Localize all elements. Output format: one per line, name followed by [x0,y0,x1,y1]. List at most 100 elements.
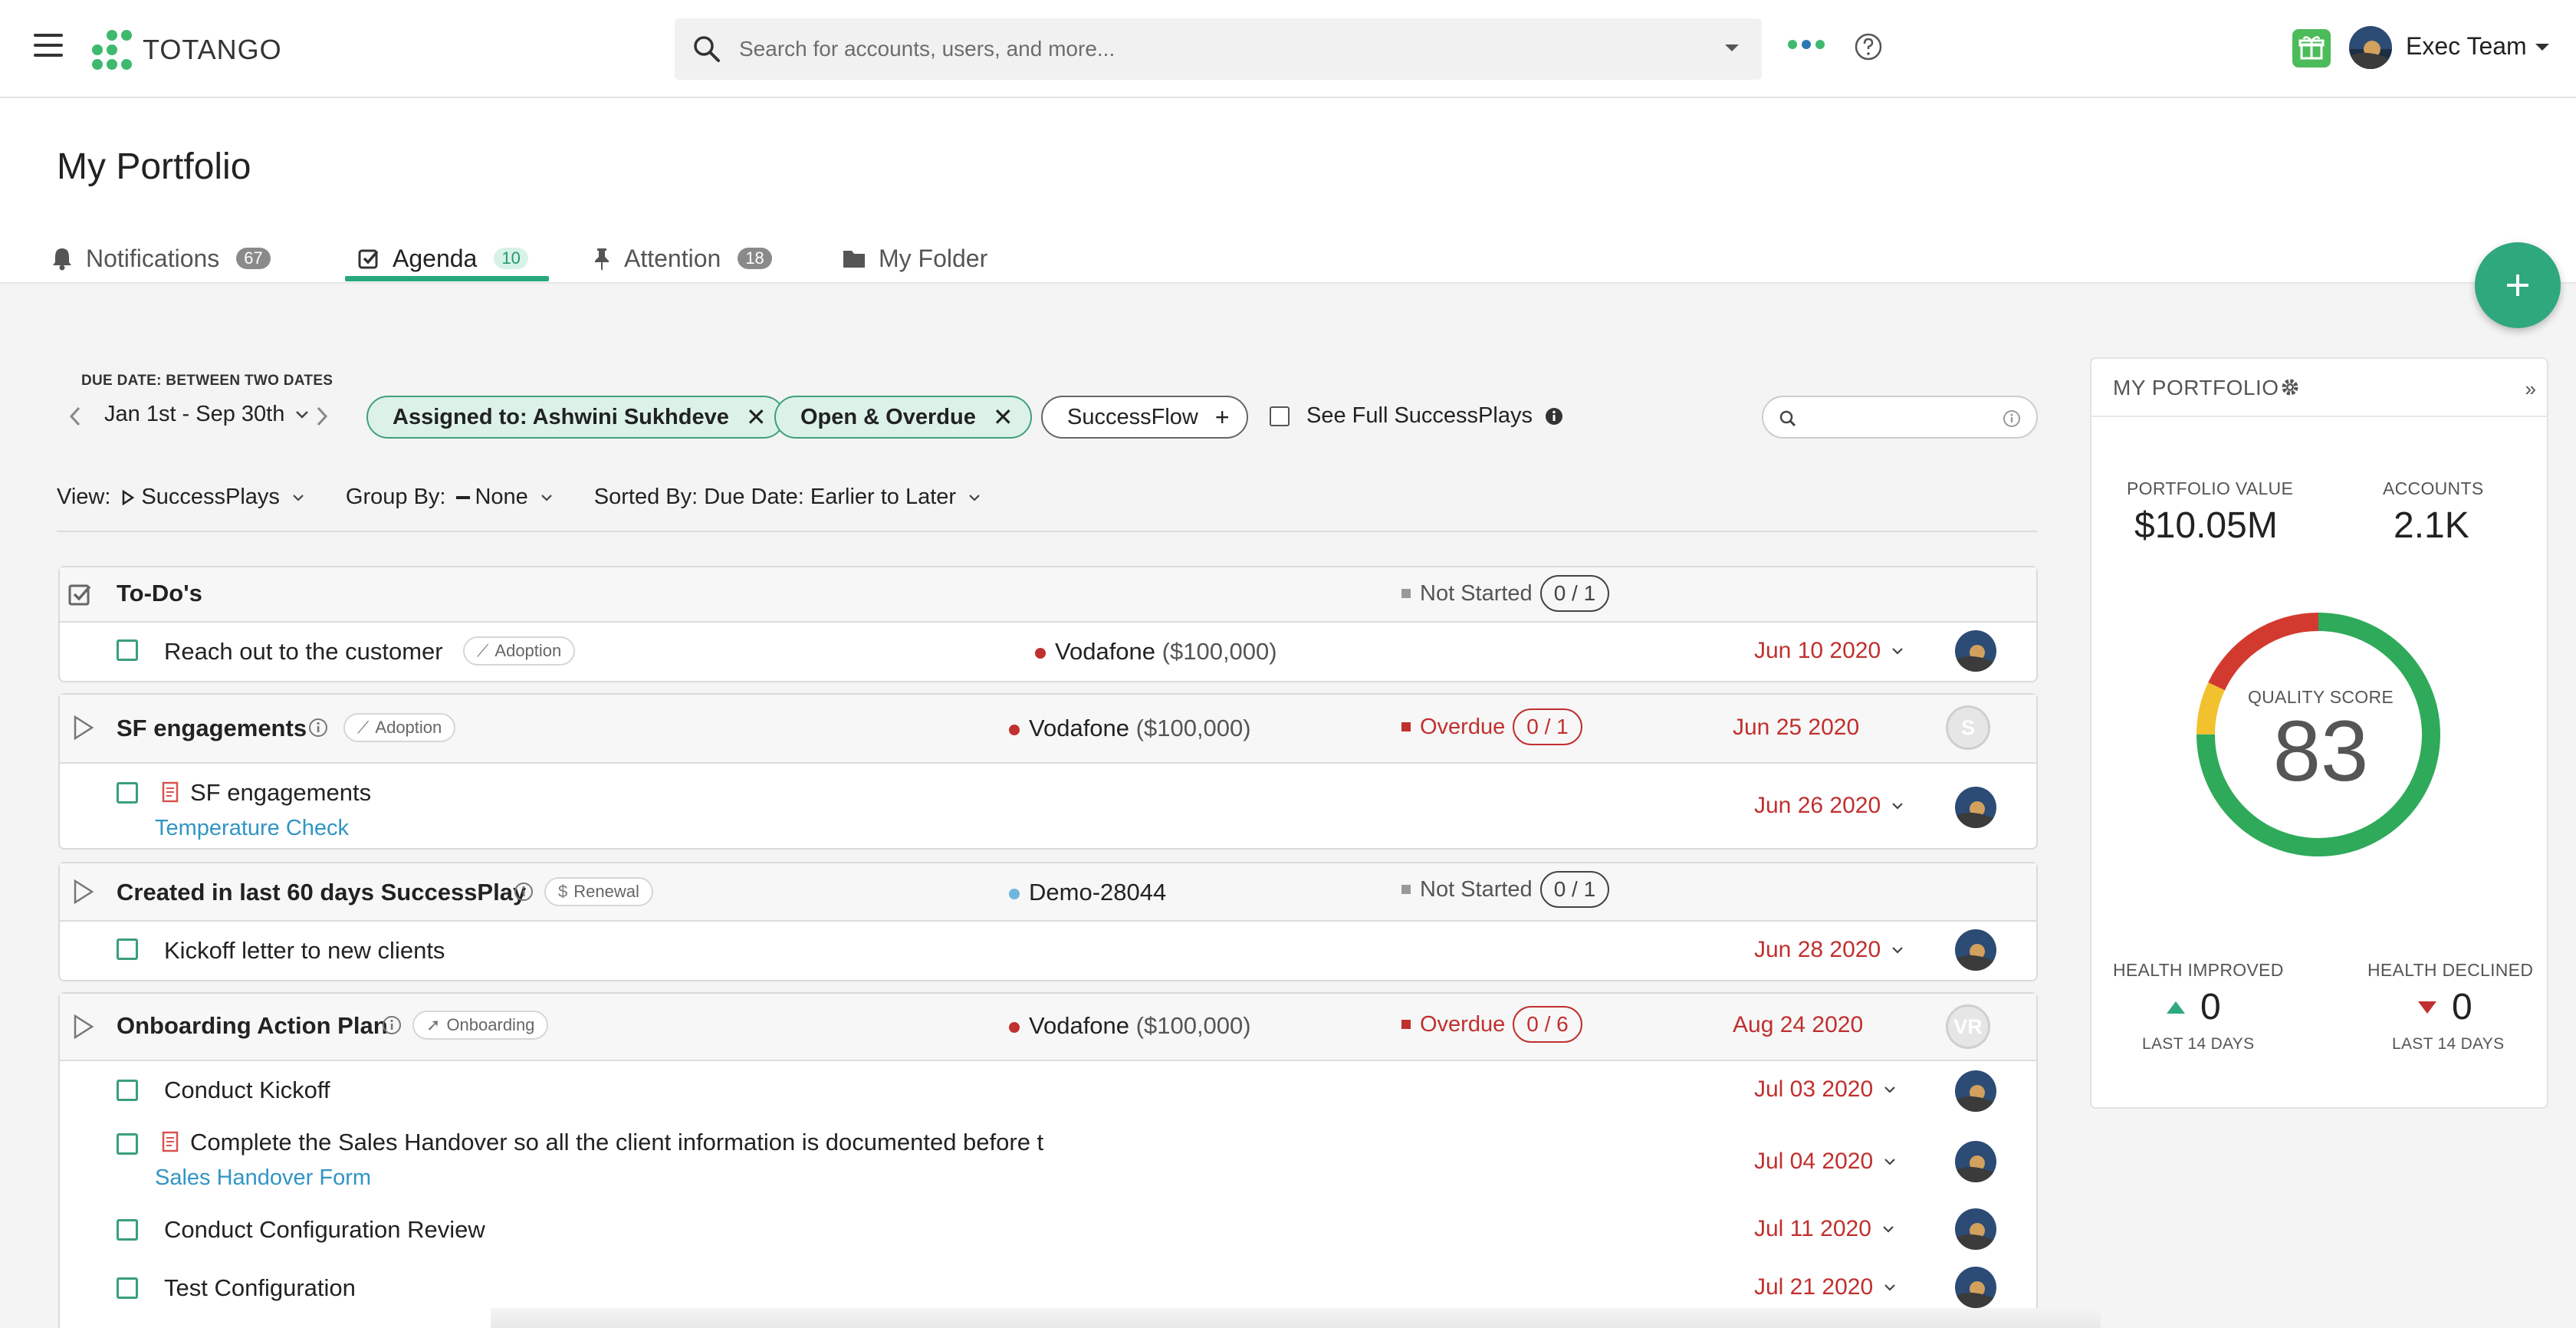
next-date-icon[interactable] [316,406,328,426]
info-icon[interactable] [2003,409,2021,428]
due-date-selector[interactable]: Jun 28 2020 [1754,937,1904,963]
form-link[interactable]: Temperature Check [155,816,349,841]
gear-icon[interactable] [2279,376,2302,399]
task-title[interactable]: Conduct Kickoff [164,1077,330,1104]
expand-play-icon[interactable] [72,879,95,905]
assignee-avatar[interactable] [1955,1208,1996,1250]
due-date-selector[interactable]: Jun 26 2020 [1754,793,1904,819]
task-title[interactable]: SF engagements [190,779,371,807]
tab-my-folder[interactable]: My Folder [842,235,987,282]
see-full-successplays-toggle[interactable]: See Full SuccessPlays [1270,403,1563,429]
tab-attention[interactable]: Attention 18 [592,235,772,282]
task-checkbox[interactable] [117,1133,138,1155]
tab-notifications[interactable]: Notifications 67 [51,235,271,282]
due-date-selector[interactable]: Jul 04 2020 [1754,1149,1896,1175]
assignee-avatar[interactable] [1955,1141,1996,1182]
task-title[interactable]: Reach out to the customer [164,638,443,666]
task-title[interactable]: Complete the Sales Handover so all the c… [190,1129,1043,1156]
user-name[interactable]: Exec Team [2406,32,2527,61]
collapse-panel-icon[interactable]: » [2525,377,2536,401]
search-input[interactable] [739,32,1644,66]
bell-icon [53,248,71,271]
task-title[interactable]: Conduct Configuration Review [164,1216,485,1244]
due-date-selector[interactable]: Jun 10 2020 [1754,638,1904,664]
task-checkbox[interactable] [117,1219,138,1241]
expand-play-icon[interactable] [72,1014,95,1040]
form-link[interactable]: Sales Handover Form [155,1165,371,1191]
filter-chip-assigned[interactable]: Assigned to: Ashwini Sukhdeve ✕ [366,396,785,439]
assignee-avatar[interactable] [1955,787,1996,828]
task-row[interactable]: Reach out to the customer ⟋ Adoption Voda… [60,623,2036,682]
task-checkbox[interactable] [117,1277,138,1299]
date-range-selector[interactable]: Jan 1st - Sep 30th [104,402,309,427]
task-row[interactable]: Conduct Configuration Review Jul 11 2020 [60,1205,2036,1264]
card-header[interactable]: Onboarding Action Plan ➚ Onboarding Vodaf… [60,994,2036,1061]
user-avatar[interactable] [2349,26,2392,69]
chevron-down-icon [1884,1086,1895,1093]
owner-initials-avatar[interactable]: VR [1946,1004,1990,1049]
group-by-selector[interactable]: None [456,485,552,510]
help-icon[interactable] [1854,32,1883,61]
assignee-avatar[interactable] [1955,630,1996,672]
task-checkbox[interactable] [117,782,138,804]
hamburger-menu-icon[interactable] [34,34,63,60]
account-name[interactable]: Vodafone ($100,000) [1035,638,1277,666]
add-button[interactable] [2475,242,2561,328]
agenda-search-input[interactable] [1762,396,2038,439]
card-header[interactable]: To-Do's Not Started 0 / 1 [60,567,2036,623]
remove-filter-icon[interactable]: ✕ [993,403,1014,432]
card-header[interactable]: SF engagements ⟋ Adoption Vodafone ($100,… [60,695,2036,764]
activity-indicator-icon[interactable] [1788,40,1825,49]
info-icon[interactable] [514,882,534,902]
due-date-selector[interactable]: Jul 21 2020 [1754,1274,1896,1300]
info-icon[interactable] [1545,407,1563,426]
filter-chip-open-overdue[interactable]: Open & Overdue ✕ [774,396,1032,439]
owner-initials-avatar[interactable]: S [1946,705,1990,750]
status-square-icon [1401,1020,1411,1029]
assignee-avatar[interactable] [1955,1267,1996,1308]
dash-icon [456,495,471,499]
search-dropdown-icon[interactable] [1723,43,1740,54]
expand-play-icon[interactable] [72,715,95,741]
user-menu-dropdown-icon[interactable] [2535,43,2550,52]
assignee-avatar[interactable] [1955,929,1996,971]
task-title[interactable]: Test Configuration [164,1274,356,1302]
group-title[interactable]: Created in last 60 days SuccessPlay [117,879,526,906]
account-name[interactable]: Vodafone ($100,000) [1009,1012,1251,1040]
brand-name: TOTANGO [143,34,282,65]
account-name[interactable]: Vodafone ($100,000) [1009,715,1251,742]
account-label: Demo-28044 [1029,879,1167,906]
search-icon [694,36,720,62]
date-range-value: Jan 1st - Sep 30th [104,402,285,426]
portfolio-value-label: PORTFOLIO VALUE [2127,478,2294,498]
checkbox-checked-icon[interactable] [67,581,94,607]
task-row[interactable]: Conduct Kickoff Jul 03 2020 [60,1061,2036,1119]
task-row[interactable]: Complete the Sales Handover so all the c… [60,1119,2036,1205]
view-selector[interactable]: SuccessPlays [121,485,304,510]
see-full-checkbox[interactable] [1270,406,1290,426]
group-title[interactable]: Onboarding Action Plan [117,1012,388,1040]
totango-logo[interactable]: TOTANGO [92,29,282,71]
task-checkbox[interactable] [117,1080,138,1101]
info-icon[interactable] [382,1015,402,1035]
assignee-avatar[interactable] [1955,1070,1996,1112]
task-checkbox[interactable] [117,938,138,960]
account-name[interactable]: Demo-28044 [1009,879,1166,906]
due-date-selector[interactable]: Jul 11 2020 [1754,1216,1894,1242]
successflow-filter-chip[interactable]: SuccessFlow + [1041,396,1248,439]
previous-date-icon[interactable] [69,406,81,426]
global-search[interactable] [675,18,1762,80]
gift-icon[interactable] [2292,29,2331,67]
dollar-icon: $ [558,882,568,901]
info-icon[interactable] [308,718,328,738]
tab-agenda[interactable]: Agenda 10 [357,235,528,282]
remove-filter-icon[interactable]: ✕ [746,403,767,432]
task-checkbox[interactable] [117,639,138,661]
sort-selector[interactable]: Sorted By: Due Date: Earlier to Later [594,485,981,510]
task-row[interactable]: Kickoff letter to new clients Jun 28 202… [60,922,2036,981]
card-header[interactable]: Created in last 60 days SuccessPlay $ Ren… [60,863,2036,922]
due-date-selector[interactable]: Jul 03 2020 [1754,1077,1896,1103]
task-row[interactable]: SF engagements Temperature Check Jun 26 … [60,764,2036,850]
task-title[interactable]: Kickoff letter to new clients [164,937,445,965]
group-title[interactable]: SF engagements [117,715,307,742]
